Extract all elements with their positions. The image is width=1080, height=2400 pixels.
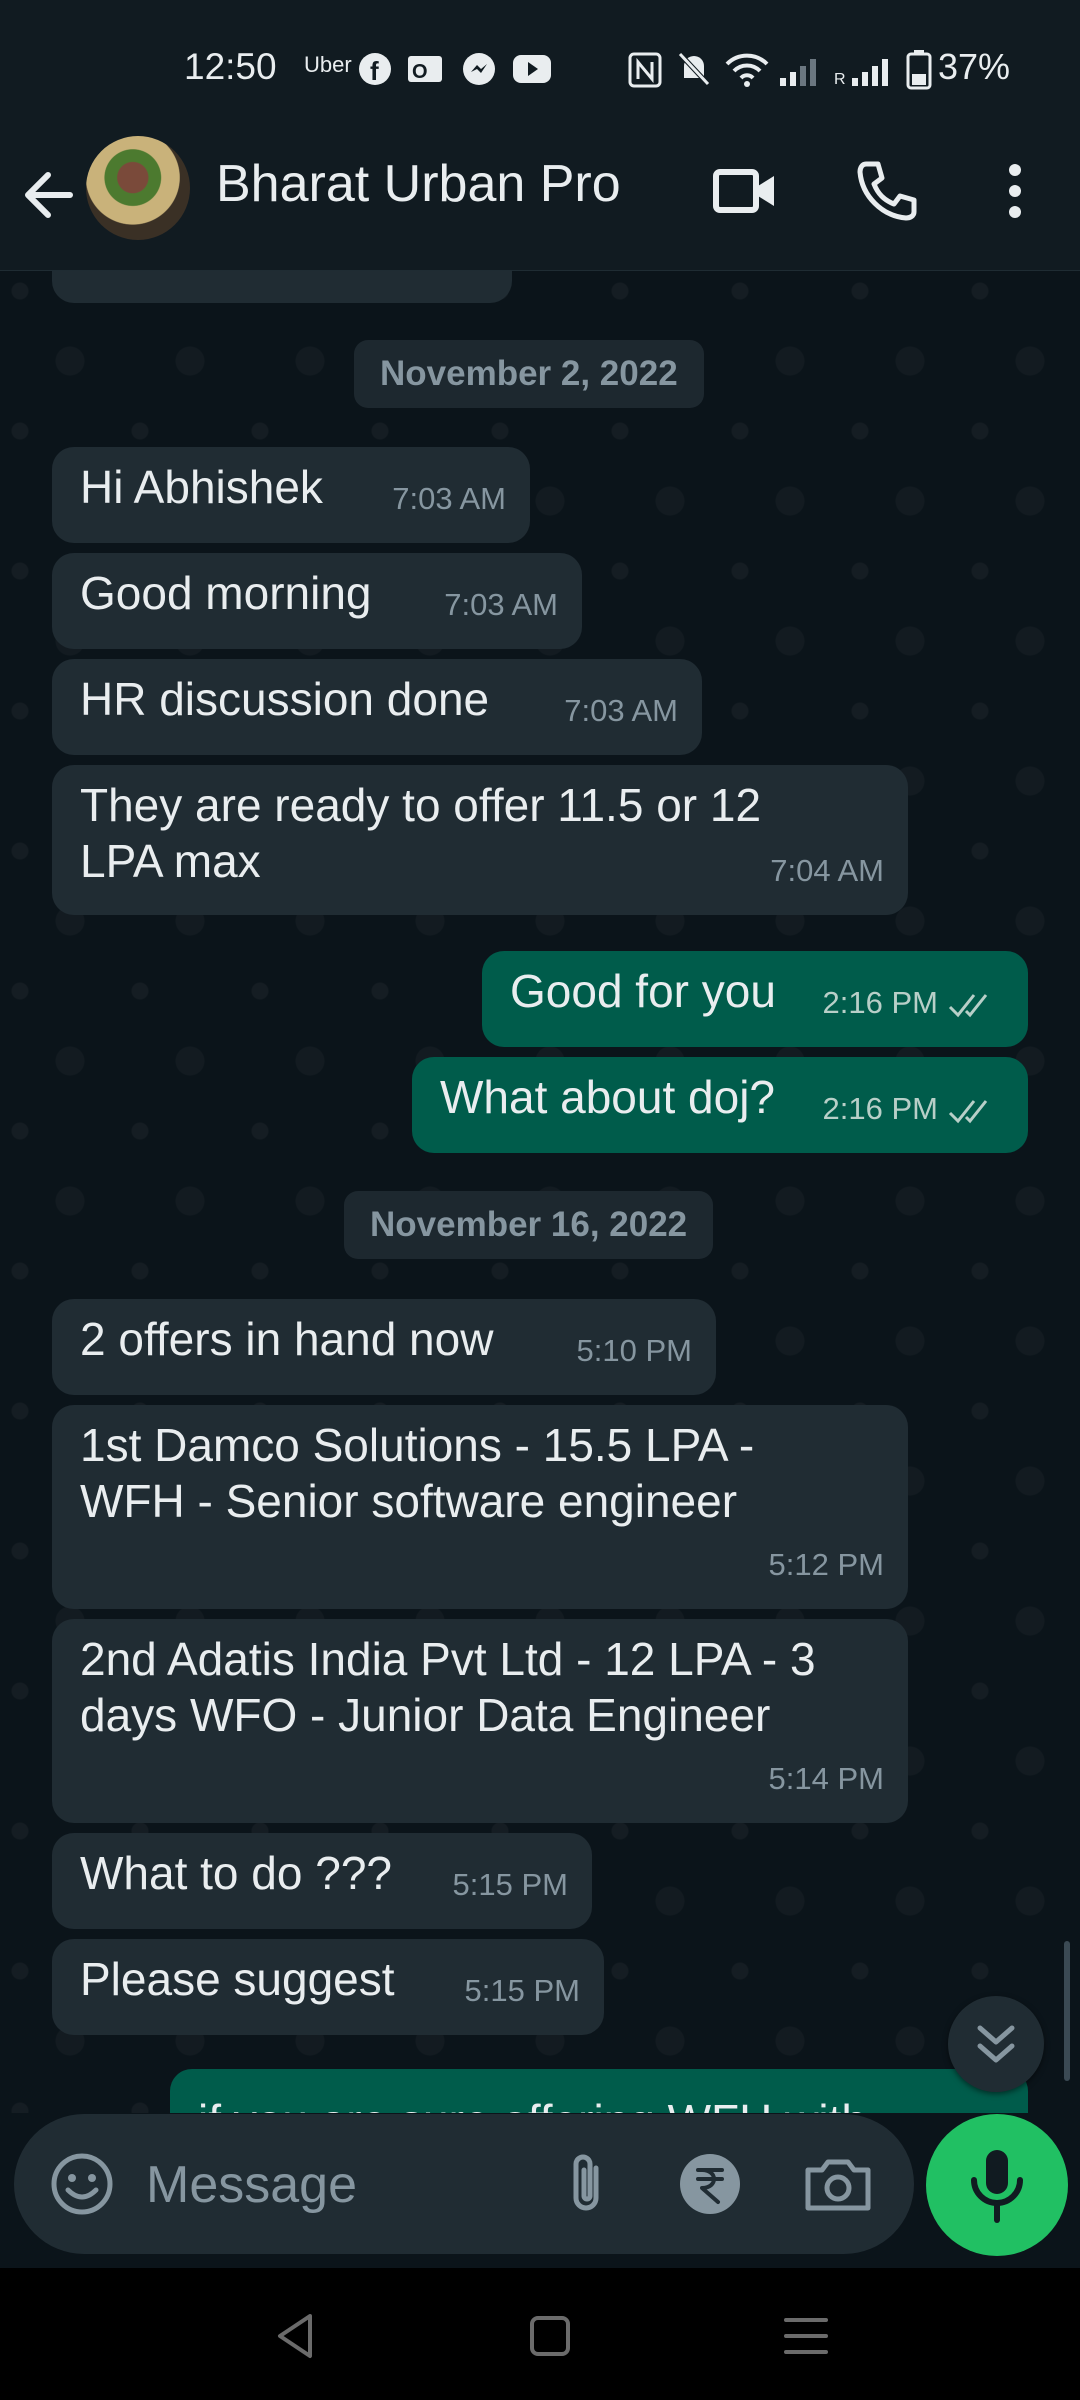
read-ticks-icon	[948, 1099, 988, 1124]
mute-icon	[678, 52, 710, 86]
contact-avatar[interactable]	[86, 136, 190, 240]
voice-message-button[interactable]	[926, 2114, 1068, 2256]
message-time: 7:03 AM	[392, 481, 506, 516]
contact-name[interactable]: Bharat Urban Pro	[216, 154, 621, 214]
message-text: Good for you	[510, 965, 776, 1017]
message-bubble[interactable]: Hi Abhishek 7:03 AM	[52, 447, 530, 543]
rupee-payment-icon[interactable]	[672, 2146, 748, 2222]
chat-header: Bharat Urban Pro	[0, 120, 1080, 271]
message-bubble[interactable]: What to do ??? 5:15 PM	[52, 1833, 592, 1929]
microphone-icon	[971, 2150, 1023, 2223]
message-bubble-outgoing[interactable]: Good for you 2:16 PM	[482, 951, 1028, 1047]
message-bubble[interactable]: HR discussion done 7:03 AM	[52, 659, 702, 755]
scroll-to-bottom-button[interactable]	[948, 1996, 1044, 2092]
message-time: 5:12 PM	[768, 1547, 884, 1582]
more-options-icon[interactable]	[980, 156, 1050, 226]
message-text: 2 offers in hand now	[80, 1313, 494, 1365]
battery-icon	[906, 50, 932, 90]
message-text: Hi Abhishek	[80, 461, 323, 513]
message-bubble[interactable]: 2 offers in hand now 5:10 PM	[52, 1299, 716, 1395]
message-text: Please suggest	[80, 1953, 395, 2005]
svg-text:R: R	[834, 71, 846, 86]
attach-icon[interactable]	[548, 2146, 624, 2222]
messenger-icon	[463, 53, 495, 85]
svg-text:f: f	[370, 56, 379, 86]
facebook-icon: f	[359, 53, 391, 86]
message-bubble-partial[interactable]: 7:31 PM	[52, 271, 512, 303]
message-time: 5:15 PM	[452, 1867, 568, 1902]
message-text: Good morning	[80, 567, 372, 619]
message-time: 2:16 PM	[823, 975, 998, 1031]
svg-text:O: O	[412, 61, 428, 83]
status-time: 12:50	[184, 46, 277, 87]
message-time: 7:03 AM	[444, 587, 558, 622]
message-bubble-outgoing[interactable]: What about doj? 2:16 PM	[412, 1057, 1028, 1153]
message-input[interactable]	[144, 2144, 548, 2226]
message-time: 7:04 AM	[770, 853, 884, 888]
message-bubble[interactable]: 2nd Adatis India Pvt Ltd - 12 LPA - 3 da…	[52, 1619, 908, 1823]
back-arrow-icon[interactable]	[20, 160, 80, 230]
date-divider: November 2, 2022	[354, 340, 704, 408]
video-call-icon[interactable]	[710, 156, 780, 226]
message-time: 5:10 PM	[576, 1333, 692, 1368]
message-time: 7:03 AM	[564, 693, 678, 728]
nfc-icon	[628, 52, 662, 88]
message-time: 7:31 PM	[373, 271, 488, 287]
message-bubble[interactable]: 1st Damco Solutions - 15.5 LPA -WFH - Se…	[52, 1405, 908, 1609]
nav-home-icon[interactable]	[520, 2306, 580, 2366]
nav-recents-icon[interactable]	[776, 2306, 836, 2366]
double-chevron-down-icon	[977, 2025, 1015, 2063]
camera-icon[interactable]	[800, 2146, 876, 2222]
message-bubble[interactable]: They are ready to offer 11.5 or 12 LPA m…	[52, 765, 908, 915]
chat-messages[interactable]: 7:31 PM November 2, 2022 Hi Abhishek 7:0…	[0, 271, 1080, 2113]
message-text: 1st Damco Solutions - 15.5 LPA -WFH - Se…	[80, 1419, 755, 1527]
uber-icon: Uber	[304, 52, 352, 77]
wifi-icon	[725, 53, 769, 87]
message-time: 2:16 PM	[823, 1081, 998, 1137]
message-text: They are ready to offer 11.5 or 12 LPA m…	[80, 779, 774, 887]
read-ticks-icon	[948, 993, 988, 1018]
date-divider: November 16, 2022	[344, 1191, 714, 1259]
nav-back-icon[interactable]	[266, 2306, 326, 2366]
message-bubble[interactable]: Please suggest 5:15 PM	[52, 1939, 604, 2035]
message-text: What about doj?	[440, 1071, 776, 1123]
message-bubble[interactable]: Good morning 7:03 AM	[52, 553, 582, 649]
scrollbar-thumb[interactable]	[1064, 1941, 1070, 2081]
emoji-icon[interactable]	[44, 2146, 120, 2222]
outlook-icon: O	[408, 56, 442, 83]
message-composer	[14, 2114, 914, 2254]
status-bar: 12:50 Uber f O R 37%	[0, 0, 1080, 140]
system-navigation-bar	[0, 2268, 1080, 2400]
battery-percent: 37%	[938, 46, 1011, 87]
message-text: What to do ???	[80, 1847, 392, 1899]
message-text: if you are sure offering WFH with	[198, 2095, 867, 2113]
message-bubble-outgoing-partial[interactable]: if you are sure offering WFH with	[170, 2069, 1028, 2113]
message-text: 2nd Adatis India Pvt Ltd - 12 LPA - 3 da…	[80, 1633, 829, 1741]
message-text: HR discussion done	[80, 673, 490, 725]
signal-r-icon: R	[834, 59, 888, 86]
signal-icon	[780, 59, 816, 86]
message-time: 5:14 PM	[768, 1761, 884, 1796]
youtube-icon	[513, 55, 551, 83]
message-time: 5:15 PM	[464, 1973, 580, 2008]
voice-call-icon[interactable]	[852, 156, 922, 226]
